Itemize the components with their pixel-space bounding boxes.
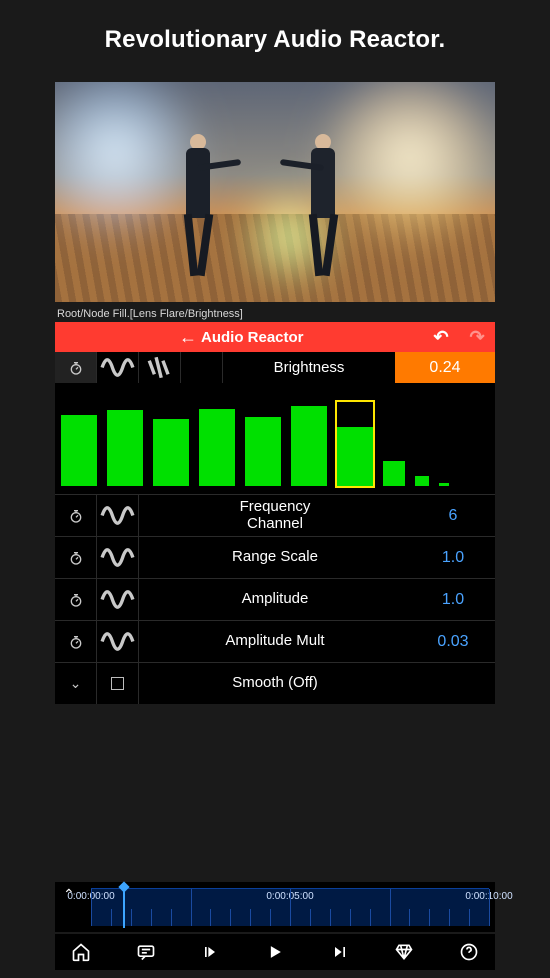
chart-bar[interactable] xyxy=(383,402,405,486)
stopwatch-icon[interactable] xyxy=(55,495,97,536)
param-value[interactable]: 0.03 xyxy=(411,621,495,662)
wave-mode-button[interactable] xyxy=(97,621,139,662)
stopwatch-icon[interactable] xyxy=(55,621,97,662)
bottom-toolbar xyxy=(55,934,495,970)
chart-bar[interactable] xyxy=(337,402,373,486)
chart-bar[interactable] xyxy=(199,402,235,486)
property-row-brightness: Brightness 0.24 xyxy=(55,352,495,384)
param-row: Amplitude Mult0.03 xyxy=(55,620,495,662)
param-label: Range Scale xyxy=(139,537,411,578)
frequency-chart[interactable] xyxy=(55,384,495,494)
param-value xyxy=(411,663,495,704)
param-value[interactable]: 1.0 xyxy=(411,537,495,578)
preview-figure xyxy=(175,134,221,284)
stopwatch-icon[interactable] xyxy=(55,352,97,383)
play-button[interactable] xyxy=(257,934,293,970)
chart-bar[interactable] xyxy=(439,402,449,486)
audio-mode-button[interactable] xyxy=(181,352,223,383)
chart-bar[interactable] xyxy=(107,402,143,486)
expand-button[interactable]: ⌄ xyxy=(55,663,97,704)
step-forward-button[interactable] xyxy=(322,934,358,970)
param-label: FrequencyChannel xyxy=(139,495,411,536)
chart-bar[interactable] xyxy=(291,402,327,486)
param-label: Amplitude Mult xyxy=(139,621,411,662)
help-button[interactable] xyxy=(451,934,487,970)
diamond-button[interactable] xyxy=(386,934,422,970)
comments-button[interactable] xyxy=(128,934,164,970)
vibrate-mode-button[interactable] xyxy=(139,352,181,383)
home-button[interactable] xyxy=(63,934,99,970)
back-button[interactable]: ← xyxy=(175,327,201,348)
param-value[interactable]: 1.0 xyxy=(411,579,495,620)
checkbox[interactable] xyxy=(97,663,139,704)
preview-figure xyxy=(300,134,346,284)
chart-bar[interactable] xyxy=(415,402,429,486)
promo-title: Revolutionary Audio Reactor. xyxy=(0,0,550,82)
param-row: Amplitude1.0 xyxy=(55,578,495,620)
step-back-button[interactable] xyxy=(192,934,228,970)
panel-title: Audio Reactor xyxy=(201,329,304,346)
property-value[interactable]: 0.24 xyxy=(395,352,495,383)
chart-bar[interactable] xyxy=(153,402,189,486)
param-row: Range Scale1.0 xyxy=(55,536,495,578)
chart-bar[interactable] xyxy=(245,402,281,486)
breadcrumb[interactable]: Root/Node Fill.[Lens Flare/Brightness] xyxy=(55,302,495,322)
stopwatch-icon[interactable] xyxy=(55,579,97,620)
param-value[interactable]: 6 xyxy=(411,495,495,536)
param-row: FrequencyChannel6 xyxy=(55,494,495,536)
playhead[interactable] xyxy=(123,887,125,928)
param-label: Smooth (Off) xyxy=(139,663,411,704)
timeline-track[interactable]: 0:00:00:000:00:05:000:00:10:00 xyxy=(91,888,489,926)
chart-bar[interactable] xyxy=(61,402,97,486)
param-row: ⌄ Smooth (Off) xyxy=(55,662,495,704)
wave-mode-button[interactable] xyxy=(97,495,139,536)
wave-mode-button[interactable] xyxy=(97,537,139,578)
stopwatch-icon[interactable] xyxy=(55,537,97,578)
video-preview[interactable] xyxy=(55,82,495,302)
timeline[interactable]: ⌃ 0:00:00:000:00:05:000:00:10:00 xyxy=(55,882,495,932)
property-label: Brightness xyxy=(223,352,395,383)
wave-mode-button[interactable] xyxy=(97,579,139,620)
undo-button[interactable]: ↶ xyxy=(423,327,459,348)
redo-button[interactable]: ↷ xyxy=(459,327,495,348)
wave-mode-button[interactable] xyxy=(97,352,139,383)
app-frame: Root/Node Fill.[Lens Flare/Brightness] ←… xyxy=(55,82,495,704)
param-label: Amplitude xyxy=(139,579,411,620)
